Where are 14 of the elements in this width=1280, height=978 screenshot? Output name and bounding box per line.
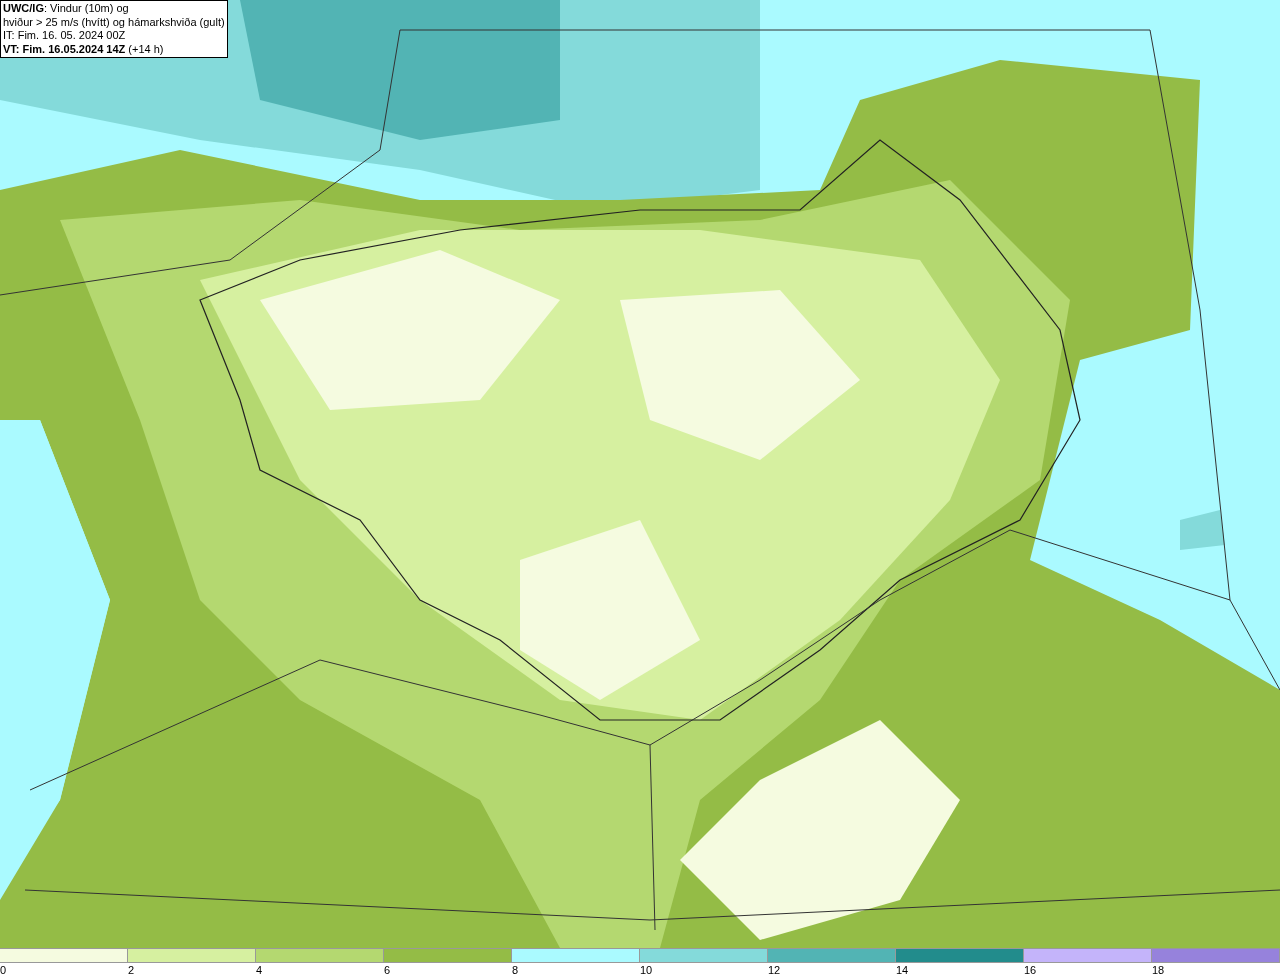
info-text: VT: Fim. 16.05.2024 14Z (+14 h): [3, 42, 165, 56]
legend-label: 8: [512, 964, 519, 977]
legend-label: 4: [256, 964, 263, 977]
legend-label: 12: [768, 964, 781, 977]
legend-label: 2: [128, 964, 135, 977]
info-text: IT: Fim. 16. 05. 2024 00Z: [3, 29, 127, 43]
legend-label: 18: [1152, 964, 1165, 977]
legend-label: 10: [640, 964, 653, 977]
info-text: hviður > 25 m/s (hvítt) og hámarkshviða (gult): [3, 15, 224, 29]
legend-label: 6: [384, 964, 391, 977]
info-text: UWC/IG: Vindur (10m) og: [3, 2, 130, 16]
legend-label: 14: [896, 964, 909, 977]
legend-label: 0: [0, 964, 7, 977]
legend-label: 16: [1024, 964, 1037, 977]
